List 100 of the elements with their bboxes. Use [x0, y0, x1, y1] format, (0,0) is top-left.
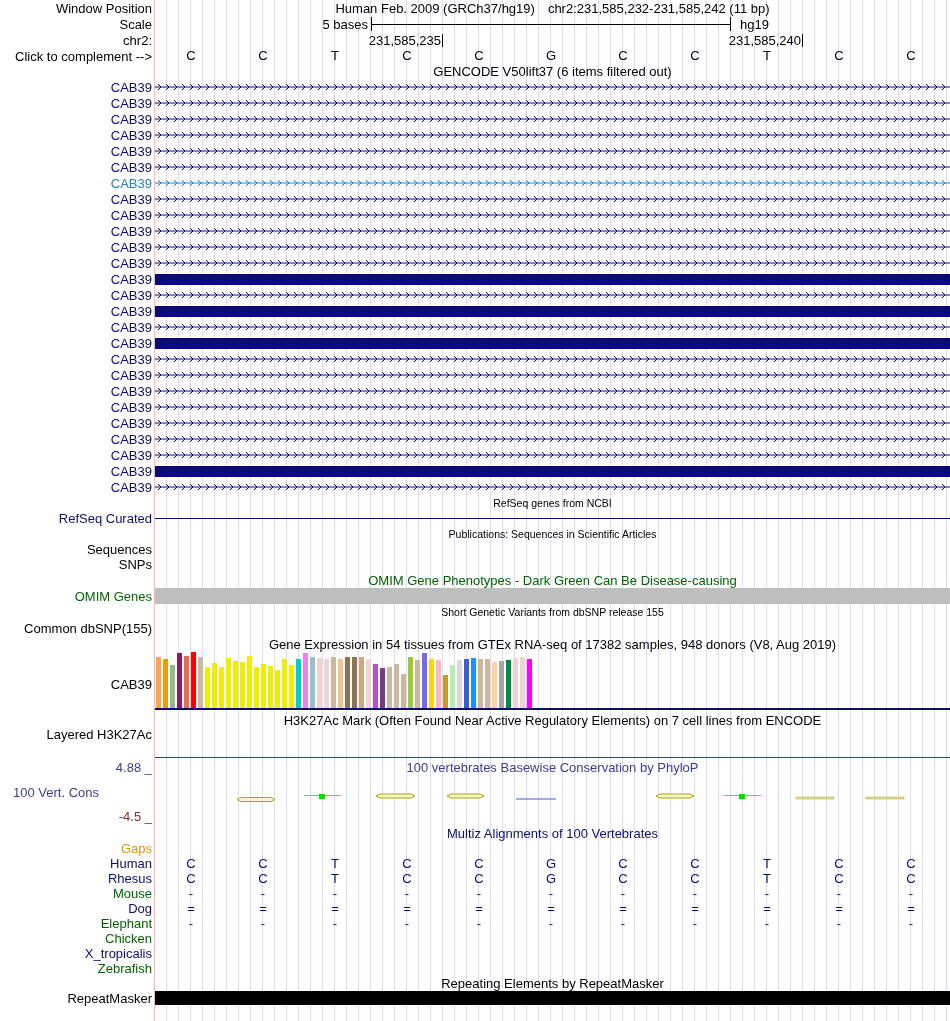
alignment-base: =: [691, 901, 699, 916]
gene-label: CAB39: [110, 159, 152, 175]
track-label: Scale: [119, 16, 152, 32]
track-label: Window Position: [55, 0, 152, 16]
expression-bar: [373, 664, 378, 708]
alignment-base: C: [474, 871, 484, 886]
expression-bar: [492, 662, 497, 708]
gene-label: CAB39: [110, 335, 152, 351]
alignment-base: =: [835, 901, 843, 916]
alignment-base: -: [908, 916, 914, 931]
base-letter: C: [258, 49, 268, 63]
track-label: Common dbSNP(155): [24, 620, 152, 636]
gene-label: CAB39: [110, 463, 152, 479]
gene-label: CAB39: [110, 175, 152, 191]
expression-bar: [436, 660, 441, 708]
expression-bar: [520, 657, 525, 708]
expression-bar: [394, 664, 399, 708]
expression-bar: [268, 666, 273, 708]
expression-bar: [156, 657, 161, 708]
expression-bar: [464, 659, 469, 708]
alignment-base: -: [764, 916, 770, 931]
expression-bar: [471, 658, 476, 708]
expression-bar: [261, 664, 266, 708]
gene-label: CAB39: [110, 223, 152, 239]
alignment-base: =: [259, 901, 267, 916]
alignment-base: C: [834, 856, 844, 871]
tick-mark: [442, 34, 443, 47]
alignment-base: T: [763, 856, 771, 871]
expression-bar: [345, 657, 350, 708]
alignment-base: C: [402, 856, 412, 871]
expression-bar: [352, 657, 357, 708]
alignment-base: G: [545, 871, 557, 886]
gene-label: CAB39: [110, 479, 152, 495]
expression-bar: [401, 674, 406, 708]
track-title: 100 vertebrates Basewise Conservation by PhyloP: [406, 760, 699, 775]
gene-label: CAB39: [110, 383, 152, 399]
alignment-base: C: [618, 856, 628, 871]
conservation-marker: [303, 794, 342, 799]
alignment-base: C: [402, 871, 412, 886]
gene-label: CAB39: [110, 447, 152, 463]
expression-bar: [240, 662, 245, 708]
track-label: CAB39: [110, 676, 152, 692]
base-letter: C: [618, 49, 628, 63]
track-label: SNPs: [118, 557, 152, 572]
track-label: Gaps: [120, 841, 152, 856]
gene-label: CAB39: [110, 431, 152, 447]
species-label: Rhesus: [107, 871, 152, 886]
gene-label: CAB39: [110, 287, 152, 303]
alignment-base: C: [258, 871, 268, 886]
alignment-base: -: [332, 916, 338, 931]
track-label: 100 Vert. Cons: [13, 784, 99, 800]
species-label: Zebrafish: [97, 961, 152, 976]
track-label: Sequences: [86, 542, 152, 557]
alignment-base: -: [476, 886, 482, 901]
alignment-base: T: [331, 856, 339, 871]
gene-label: CAB39: [110, 239, 152, 255]
expression-bar: [289, 665, 294, 708]
alignment-base: =: [331, 901, 339, 916]
alignment-base: -: [692, 916, 698, 931]
expression-bar: [359, 657, 364, 708]
gene-label: CAB39: [110, 79, 152, 95]
expression-bar: [429, 659, 434, 708]
expression-bar: [457, 660, 462, 708]
alignment-base: =: [403, 901, 411, 916]
conservation-bar: [446, 793, 485, 799]
alignment-base: C: [258, 856, 268, 871]
expression-bar: [485, 659, 490, 708]
assembly-label: hg19: [740, 16, 769, 32]
expression-bar: [513, 658, 518, 708]
gene-label: CAB39: [110, 127, 152, 143]
expression-bar: [205, 667, 210, 708]
alignment-base: -: [260, 916, 266, 931]
species-label: Chicken: [105, 931, 152, 946]
alignment-base: C: [186, 856, 196, 871]
expression-bar: [247, 656, 252, 708]
expression-bar: [366, 659, 371, 708]
base-letter: C: [834, 49, 844, 63]
track-label: RepeatMasker: [67, 991, 152, 1006]
expression-bar: [303, 653, 308, 708]
position-text: chr2:231,585,232-231,585,242 (11 bp): [547, 0, 770, 16]
conservation-bar: [236, 797, 276, 802]
expression-bar: [170, 665, 175, 708]
conservation-bar: [865, 796, 905, 800]
track-title: RefSeq genes from NCBI: [493, 496, 612, 510]
track-label: Click to complement -->: [15, 48, 152, 64]
species-label: Dog: [128, 901, 152, 916]
gene-label: CAB39: [110, 415, 152, 431]
coordinate-label: 231,585,235: [368, 33, 441, 48]
track-label: RefSeq Curated: [58, 511, 152, 526]
alignment-base: =: [187, 901, 195, 916]
gene-label: CAB39: [110, 351, 152, 367]
gene-label: CAB39: [110, 367, 152, 383]
alignment-base: -: [404, 886, 410, 901]
gene-label: CAB39: [110, 207, 152, 223]
gene-label: CAB39: [110, 255, 152, 271]
species-label: X_tropicalis: [84, 946, 152, 961]
expression-bar: [415, 660, 420, 708]
conservation-bar: [795, 796, 835, 800]
track-label: Layered H3K27Ac: [46, 726, 152, 742]
track-title: Publications: Sequences in Scientific Articles: [448, 527, 657, 541]
